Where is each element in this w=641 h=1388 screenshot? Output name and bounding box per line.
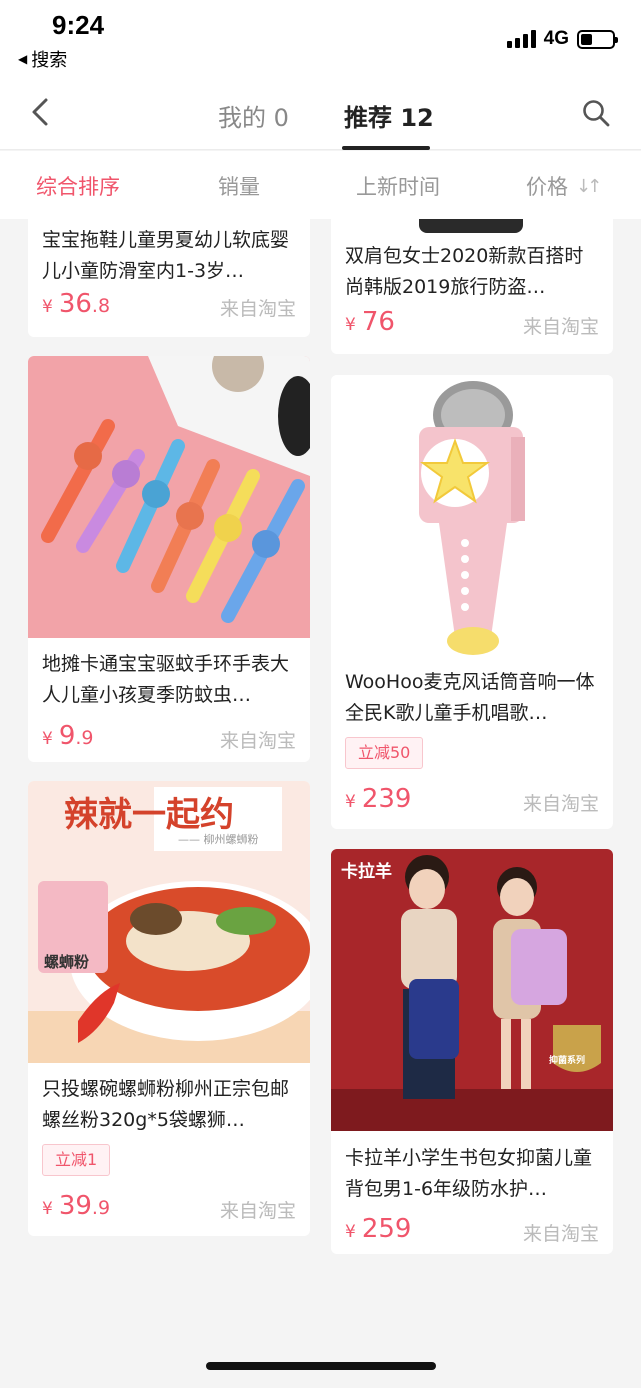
product-source: 来自淘宝 [219,1200,296,1222]
product-price: ¥ 259 [345,1214,412,1244]
sort-price[interactable]: 价格 ↓↑ [526,171,602,201]
network-type: 4G [543,28,569,49]
discount-tag: 立减50 [345,737,424,769]
product-source: 来自淘宝 [219,730,296,752]
product-card[interactable]: WooHoo麦克风话筒音响一体全民K歌儿童手机唱歌… 立减50 ¥ 239 来自… [331,375,613,829]
status-bar: 9:24 ◀ 搜索 4G [0,0,641,80]
search-icon[interactable] [581,98,611,128]
image-pack-text: 螺蛳粉 [44,953,90,971]
sort-newest[interactable]: 上新时间 [356,171,440,201]
product-title: 双肩包女士2020新款百搭时尚韩版2019旅行防盗… [345,245,584,298]
product-title: 地摊卡通宝宝驱蚊手环手表大人儿童小孩夏季防蚊虫… [42,653,290,706]
product-card[interactable]: 地摊卡通宝宝驱蚊手环手表大人儿童小孩夏季防蚊虫… ¥ 9 .9 来自淘宝 [28,356,310,762]
sort-order-icon: ↓↑ [576,175,602,197]
status-time: 9:24 [52,10,105,40]
product-price: ¥ 36 .8 [42,289,111,319]
product-price: ¥ 239 [345,784,412,814]
product-title: 只投螺碗螺蛳粉柳州正宗包邮螺丝粉320g*5袋螺狮… [42,1078,290,1131]
product-image-bottom [419,219,523,233]
discount-tag: 立减1 [42,1144,111,1176]
battery-level [581,33,592,45]
product-source: 来自淘宝 [219,298,296,320]
sort-sales[interactable]: 销量 [218,171,260,201]
image-badge-text: 抑菌系列 [549,1056,586,1066]
signal-icon [506,30,536,48]
image-banner-text: 辣就一起约 [64,795,234,835]
product-title: WooHoo麦克风话筒音响一体全民K歌儿童手机唱歌… [345,671,595,724]
home-indicator[interactable] [206,1362,436,1370]
back-app-label: 搜索 [31,50,68,71]
product-image [331,375,613,657]
product-image [28,356,310,638]
product-card[interactable]: 辣就一起约 —— 柳州螺蛳粉 螺蛳粉 只投螺碗螺蛳粉柳州正宗包邮螺丝粉320g*… [28,781,310,1236]
active-tab-indicator [342,146,430,150]
product-title: 宝宝拖鞋儿童男夏幼儿软底婴儿小童防滑室内1-3岁… [42,229,290,282]
battery-icon [577,29,618,49]
nav-header: 我的 0 推荐 12 [0,80,641,150]
product-source: 来自淘宝 [522,316,599,338]
back-to-app-button[interactable]: ◀ 搜索 [18,46,67,72]
back-triangle-icon: ◀ [18,52,28,66]
image-banner-subtext: —— 柳州螺蛳粉 [178,833,259,846]
product-title: 卡拉羊小学生书包女抑菌儿童背包男1-6年级防水护… [345,1147,593,1200]
product-image [331,849,613,1131]
tab-recommend[interactable]: 推荐 12 [344,98,434,133]
product-card[interactable]: 双肩包女士2020新款百搭时尚韩版2019旅行防盗… ¥ 76 来自淘宝 [331,219,613,354]
sort-bar: 综合排序 销量 上新时间 价格 ↓↑ [0,151,641,219]
product-source: 来自淘宝 [522,1223,599,1245]
product-price: ¥ 76 [345,307,395,337]
status-indicators: 4G [506,28,618,50]
sort-price-label: 价格 [526,175,568,199]
product-feed[interactable]: 宝宝拖鞋儿童男夏幼儿软底婴儿小童防滑室内1-3岁… ¥ 36 .8 来自淘宝 双… [0,219,641,1388]
product-price: ¥ 39 .9 [42,1191,111,1221]
tab-mine[interactable]: 我的 0 [218,98,289,133]
product-source: 来自淘宝 [522,793,599,815]
sort-composite[interactable]: 综合排序 [36,171,120,201]
product-card[interactable]: 宝宝拖鞋儿童男夏幼儿软底婴儿小童防滑室内1-3岁… ¥ 36 .8 来自淘宝 [28,219,310,337]
product-price: ¥ 9 .9 [42,721,94,751]
product-card[interactable]: 卡拉羊 抑菌系列 卡拉羊小学生书包女抑菌儿童背包男1-6年级防水护… ¥ 259… [331,849,613,1254]
back-arrow-icon[interactable] [24,94,60,130]
brand-text: 卡拉羊 [341,862,392,882]
